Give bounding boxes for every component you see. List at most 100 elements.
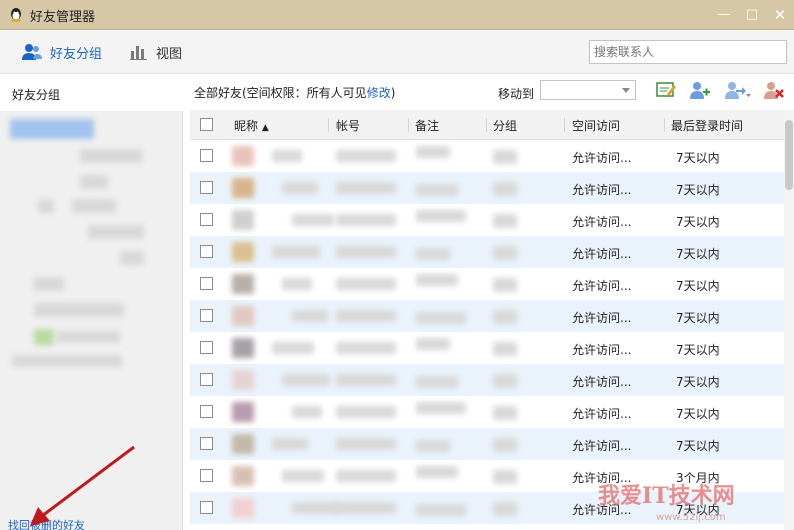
nickname-cell [292, 406, 322, 418]
group-cell [493, 150, 517, 164]
table-row[interactable]: 允许访问... 7天以内 [190, 300, 784, 332]
table-row[interactable]: 允许访问... 7天以内 [190, 268, 784, 300]
vertical-scrollbar[interactable] [784, 110, 794, 530]
remark-cell [416, 274, 458, 286]
row-checkbox[interactable] [200, 277, 213, 290]
minimize-button[interactable]: — [712, 4, 736, 26]
group-item[interactable] [72, 199, 116, 213]
modify-permission-link[interactable]: 修改 [367, 86, 391, 100]
add-friend-icon[interactable] [689, 80, 711, 100]
row-checkbox[interactable] [200, 469, 213, 482]
group-item[interactable] [38, 199, 54, 213]
scrollbar-thumb[interactable] [785, 120, 793, 190]
nickname-cell [272, 246, 320, 258]
column-header-remark[interactable]: 备注 [415, 117, 439, 134]
column-header-space-access[interactable]: 空间访问 [572, 117, 620, 134]
group-cell [493, 214, 517, 228]
group-item[interactable] [88, 225, 144, 239]
column-header-account[interactable]: 帐号 [336, 117, 360, 134]
table-row[interactable]: 允许访问... 7天以内 [190, 172, 784, 204]
friend-groups-label: 好友分组 [50, 46, 103, 62]
window-title: 好友管理器 [30, 10, 96, 25]
column-header-last-login[interactable]: 最后登录时间 [671, 117, 743, 134]
nickname-cell [272, 438, 308, 450]
group-item[interactable] [12, 355, 122, 367]
table-row[interactable]: 允许访问... 7天以内 [190, 364, 784, 396]
group-item-selected[interactable] [10, 119, 94, 139]
column-separator [408, 118, 409, 132]
row-checkbox[interactable] [200, 373, 213, 386]
avatar [232, 338, 254, 358]
remark-cell [416, 146, 450, 158]
last-login-cell: 7天以内 [676, 279, 720, 293]
row-checkbox[interactable] [200, 405, 213, 418]
table-row[interactable]: 允许访问... 7天以内 [190, 204, 784, 236]
row-checkbox[interactable] [200, 245, 213, 258]
space-access-cell: 允许访问... [572, 311, 632, 325]
remark-cell [416, 338, 450, 350]
select-all-checkbox[interactable] [200, 118, 213, 131]
last-login-cell: 7天以内 [676, 375, 720, 389]
friend-groups-button[interactable]: 好友分组 [22, 41, 102, 63]
group-item[interactable] [120, 251, 144, 265]
friends-summary-close: ) [390, 86, 396, 100]
space-access-cell: 允许访问... [572, 183, 632, 197]
friends-summary-text: 全部好友(空间权限：所有人可见 [194, 86, 367, 100]
column-separator [328, 118, 329, 132]
remark-cell [416, 210, 466, 222]
move-friend-icon[interactable] [724, 80, 752, 100]
edit-note-icon[interactable] [655, 80, 677, 100]
qq-logo-icon [11, 8, 21, 22]
table-row[interactable]: 允许访问... 7天以内 [190, 396, 784, 428]
space-access-cell: 允许访问... [572, 247, 632, 261]
group-item[interactable] [34, 329, 54, 345]
move-to-select[interactable] [540, 80, 636, 100]
account-cell [336, 502, 396, 514]
column-header-nickname[interactable]: 昵称 ▲ [234, 117, 269, 134]
search-contacts-input[interactable] [589, 40, 787, 64]
table-row[interactable]: 允许访问... 7天以内 [190, 236, 784, 268]
users-icon [22, 44, 42, 60]
row-checkbox[interactable] [200, 341, 213, 354]
space-access-cell: 允许访问... [572, 343, 632, 357]
sort-ascending-icon: ▲ [261, 123, 269, 133]
nickname-cell [292, 310, 328, 322]
row-checkbox[interactable] [200, 437, 213, 450]
recover-deleted-friends-link[interactable]: 找回被删的好友 [8, 517, 85, 530]
column-header-group[interactable]: 分组 [493, 117, 517, 134]
group-item[interactable] [34, 277, 64, 291]
remark-cell [416, 312, 466, 324]
avatar [232, 498, 254, 518]
account-cell [336, 278, 396, 290]
group-item[interactable] [80, 149, 142, 163]
maximize-button[interactable]: □ [740, 4, 764, 26]
watermark-url: www.52ij.com [656, 512, 726, 523]
table-row[interactable]: 允许访问... 7天以内 [190, 140, 784, 172]
group-cell [493, 438, 517, 452]
row-checkbox[interactable] [200, 181, 213, 194]
group-cell [493, 310, 517, 324]
row-checkbox[interactable] [200, 309, 213, 322]
table-row[interactable]: 允许访问... 7天以内 [190, 332, 784, 364]
avatar [232, 402, 254, 422]
last-login-cell: 7天以内 [676, 311, 720, 325]
last-login-cell: 7天以内 [676, 215, 720, 229]
row-checkbox[interactable] [200, 501, 213, 514]
space-access-cell: 允许访问... [572, 439, 632, 453]
nickname-cell [282, 182, 318, 194]
delete-friend-icon[interactable] [763, 80, 785, 100]
group-item[interactable] [56, 331, 120, 343]
row-checkbox[interactable] [200, 149, 213, 162]
view-button[interactable]: 视图 [130, 41, 182, 63]
account-cell [336, 342, 396, 354]
table-row[interactable]: 允许访问... 7天以内 [190, 428, 784, 460]
group-cell [493, 502, 517, 516]
group-item[interactable] [80, 175, 108, 189]
close-button[interactable]: ✕ [768, 4, 792, 26]
watermark-text: 我爱IT技术网 [598, 483, 735, 509]
account-cell [336, 182, 396, 194]
avatar [232, 466, 254, 486]
row-checkbox[interactable] [200, 213, 213, 226]
friends-table: 昵称 ▲ 帐号 备注 分组 空间访问 最后登录时间 允许访问... 7天以内 允许访… [190, 110, 784, 530]
group-item[interactable] [34, 303, 124, 317]
